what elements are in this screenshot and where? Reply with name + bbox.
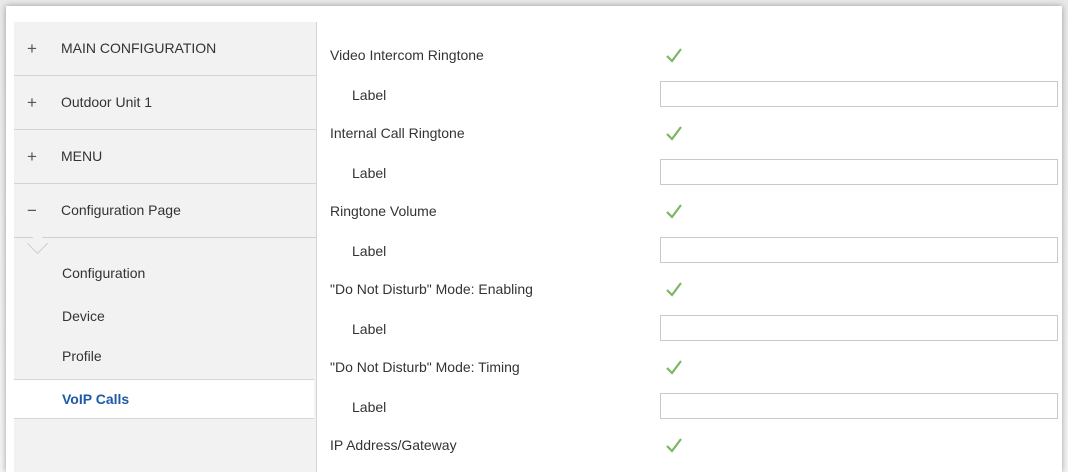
label-row: Label — [317, 310, 1062, 349]
label-row: Label — [317, 232, 1062, 271]
param-label: Video Intercom Ringtone — [330, 47, 484, 63]
sidebar-item-label: Profile — [62, 348, 102, 364]
label-row: Label — [317, 388, 1062, 427]
param-row: Video Intercom Ringtone — [317, 36, 1062, 75]
sidebar-section-label: Configuration Page — [61, 202, 181, 218]
sidebar-section-outdoor-unit-1[interactable]: + Outdoor Unit 1 — [14, 76, 316, 130]
label-caption: Label — [352, 165, 387, 181]
sidebar-section-menu[interactable]: + MENU — [14, 130, 316, 184]
sidebar-item-profile[interactable]: Profile — [14, 337, 316, 375]
label-input[interactable] — [660, 315, 1058, 341]
label-input[interactable] — [660, 159, 1058, 185]
param-row: Internal Call Ringtone — [317, 114, 1062, 153]
sidebar: + MAIN CONFIGURATION + Outdoor Unit 1 + … — [14, 22, 317, 472]
checkmark-icon[interactable] — [665, 46, 683, 64]
label-caption: Label — [352, 321, 387, 337]
label-input[interactable] — [660, 393, 1058, 419]
param-row: "Do Not Disturb" Mode: Enabling — [317, 270, 1062, 309]
param-label: "Do Not Disturb" Mode: Enabling — [330, 281, 533, 297]
sidebar-section-main-configuration[interactable]: + MAIN CONFIGURATION — [14, 22, 316, 76]
sidebar-item-label: Configuration — [62, 265, 146, 281]
minus-icon: − — [27, 201, 37, 220]
checkmark-icon[interactable] — [665, 202, 683, 220]
sidebar-section-label: MENU — [61, 148, 103, 164]
sidebar-section-label: MAIN CONFIGURATION — [61, 40, 217, 56]
sidebar-item-voip-calls[interactable]: VoIP Calls — [14, 379, 314, 419]
label-row: Label — [317, 154, 1062, 193]
checkmark-icon[interactable] — [665, 436, 683, 454]
plus-icon: + — [27, 39, 37, 58]
sidebar-section-configuration-page[interactable]: − Configuration Page — [14, 184, 316, 255]
param-label: "Do Not Disturb" Mode: Timing — [330, 359, 520, 375]
label-input[interactable] — [660, 237, 1058, 263]
checkmark-icon[interactable] — [665, 280, 683, 298]
label-caption: Label — [352, 87, 387, 103]
parameters-panel: Video Intercom Ringtone Label Internal C… — [317, 22, 1062, 472]
param-label: Ringtone Volume — [330, 203, 437, 219]
param-row: "Do Not Disturb" Mode: Timing — [317, 348, 1062, 387]
plus-icon: + — [27, 147, 37, 166]
checkmark-icon[interactable] — [665, 358, 683, 376]
sidebar-section-label: Outdoor Unit 1 — [61, 94, 153, 110]
sidebar-item-configuration[interactable]: Configuration — [14, 254, 316, 292]
param-label: Internal Call Ringtone — [330, 125, 465, 141]
param-row: Ringtone Volume — [317, 192, 1062, 231]
label-caption: Label — [352, 243, 387, 259]
label-row: Label — [317, 76, 1062, 115]
param-label: IP Address/Gateway — [330, 437, 457, 453]
param-row: IP Address/Gateway — [317, 426, 1062, 465]
plus-icon: + — [27, 93, 37, 112]
sidebar-item-label: Device — [62, 308, 105, 324]
label-input[interactable] — [660, 81, 1058, 107]
label-caption: Label — [352, 399, 387, 415]
sidebar-item-label: VoIP Calls — [62, 391, 130, 407]
checkmark-icon[interactable] — [665, 124, 683, 142]
sidebar-item-device[interactable]: Device — [14, 297, 316, 335]
